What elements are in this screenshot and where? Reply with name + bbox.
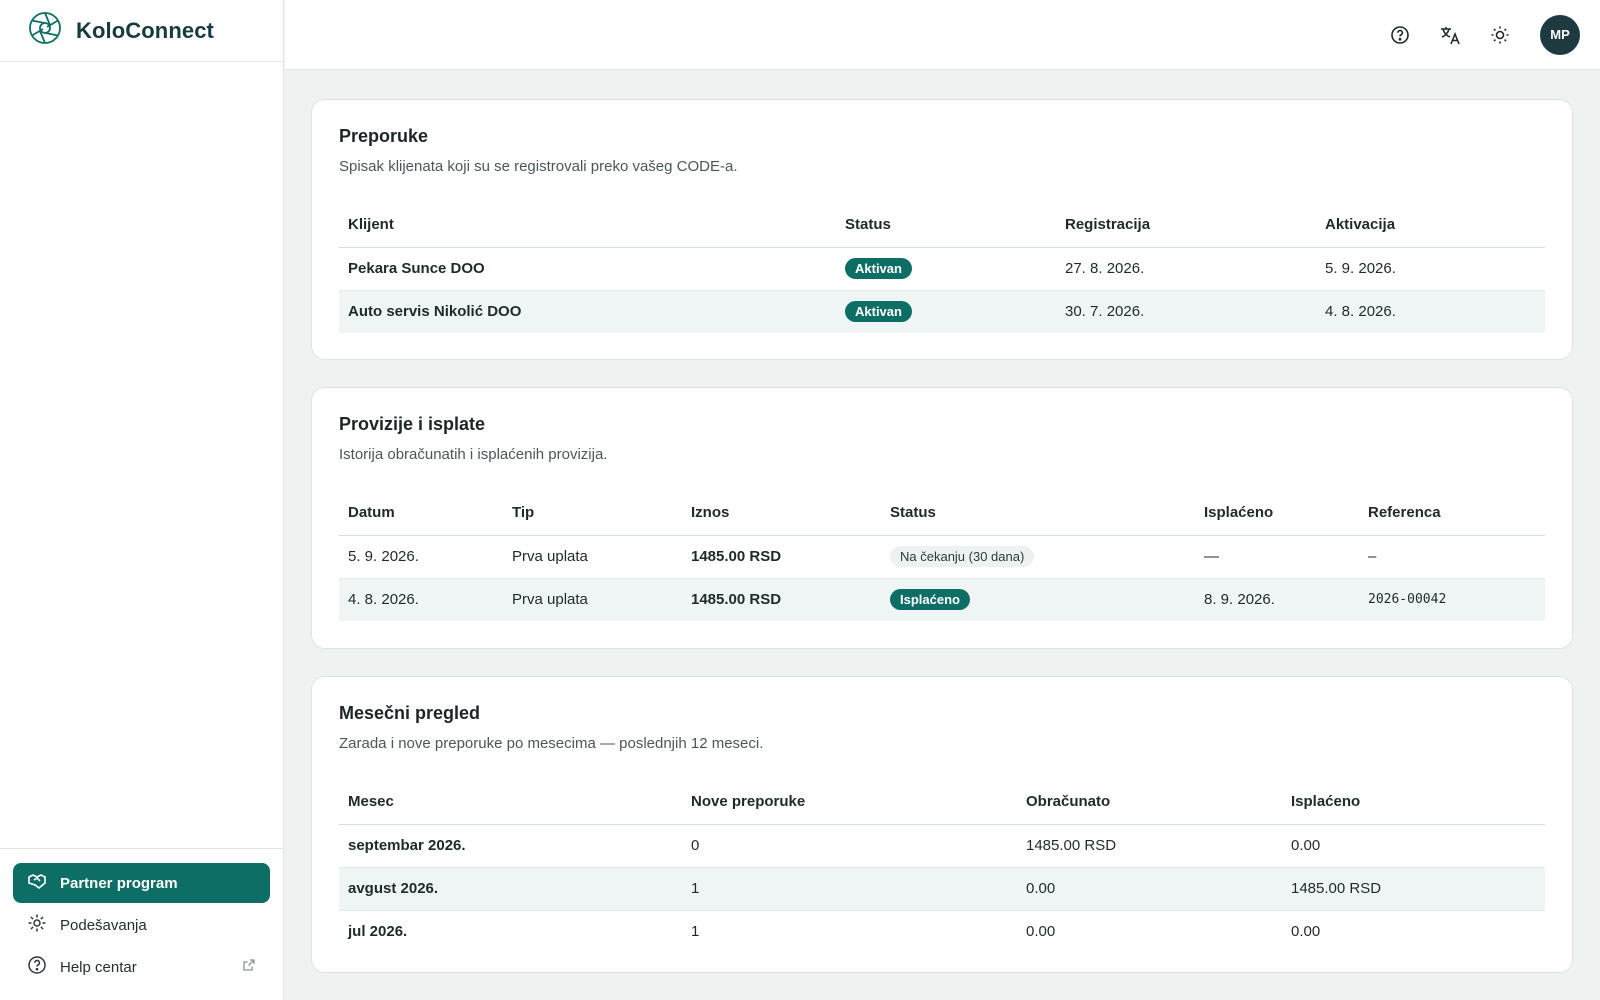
column-header: Aktivacija [1316, 203, 1545, 248]
status-badge: Aktivan [845, 258, 912, 279]
sidebar-item-label: Podešavanja [60, 916, 147, 934]
commission-amount: 1485.00 RSD [682, 535, 881, 579]
registration-date: 30. 7. 2026. [1056, 290, 1316, 333]
help-circle-icon [27, 955, 47, 979]
commissions-subtitle: Istorija obračunatih i isplaćenih proviz… [339, 446, 608, 463]
column-header: Registracija [1056, 203, 1316, 248]
sidebar: KoloConnect Partner program Podešavanja [0, 0, 284, 1000]
table-header-row: Klijent Status Registracija Aktivacija [339, 203, 1545, 248]
translate-icon[interactable] [1436, 21, 1464, 49]
referrals-title: Preporuke [339, 126, 429, 146]
sidebar-item-partner-program[interactable]: Partner program [13, 863, 270, 903]
sidebar-item-settings[interactable]: Podešavanja [13, 905, 270, 945]
commissions-table: Datum Tip Iznos Status Isplaćeno Referen… [339, 491, 1545, 621]
paid: 1485.00 RSD [1282, 867, 1545, 911]
gear-icon [27, 913, 47, 937]
avatar[interactable]: MP [1540, 14, 1580, 55]
commissions-title: Provizije i isplate [339, 414, 486, 434]
commission-date: 5. 9. 2026. [339, 535, 503, 579]
column-header: Datum [339, 491, 503, 536]
status-cell: Aktivan [836, 290, 1056, 333]
table-row: Auto servis Nikolić DOO Aktivan 30. 7. 2… [339, 290, 1545, 333]
status-badge: Isplaćeno [890, 589, 970, 611]
sidebar-item-help-center[interactable]: Help centar [13, 947, 270, 987]
commission-date: 4. 8. 2026. [339, 578, 503, 621]
monthly-table: Mesec Nove preporuke Obračunato Isplaćen… [339, 780, 1545, 953]
accrued: 0.00 [1026, 923, 1056, 941]
status-badge: Aktivan [845, 301, 912, 323]
activation-date: 4. 8. 2026. [1316, 290, 1545, 333]
client-name: Pekara Sunce DOO [339, 247, 836, 291]
column-header: Klijent [339, 203, 836, 248]
commission-type: Prva uplata [503, 578, 682, 621]
brand[interactable]: KoloConnect [0, 0, 283, 62]
paid-date: 8. 9. 2026. [1195, 578, 1359, 621]
status-cell: Isplaćeno [881, 578, 1195, 621]
column-header: Nove preporuke [682, 780, 1017, 825]
table-row: jul 2026. 1 0.00 0.00 [339, 910, 1545, 953]
referrals-card: Preporuke Spisak klijenata koji su se re… [311, 99, 1573, 360]
accrued: 0.00 [1017, 867, 1282, 911]
table-row: septembar 2026. 0 1485.00 RSD 0.00 [339, 824, 1545, 868]
registration-date: 27. 8. 2026. [1056, 247, 1316, 291]
status-badge: Na čekanju (30 dana) [890, 546, 1035, 567]
sun-icon[interactable] [1486, 21, 1514, 49]
column-header: Tip [503, 491, 682, 536]
sidebar-item-label: Partner program [60, 874, 178, 892]
sidebar-item-label: Help centar [60, 958, 137, 976]
column-header: Referenca [1359, 491, 1545, 536]
month: avgust 2026. [339, 867, 682, 911]
table-header-row: Datum Tip Iznos Status Isplaćeno Referen… [339, 491, 1545, 536]
status-cell: Na čekanju (30 dana) [881, 535, 1195, 579]
column-header: Status [881, 491, 1195, 536]
activation-date: 5. 9. 2026. [1316, 247, 1545, 291]
column-header: Obračunato [1017, 780, 1282, 825]
monthly-subtitle: Zarada i nove preporuke po mesecima — po… [339, 735, 764, 752]
referrals-subtitle: Spisak klijenata koji su se registrovali… [339, 158, 738, 175]
external-link-icon [242, 958, 256, 976]
aperture-logo-icon [28, 11, 62, 50]
table-row: 5. 9. 2026. Prva uplata 1485.00 RSD Na č… [339, 535, 1545, 579]
new-referrals: 1 [691, 923, 700, 941]
commissions-card: Provizije i isplate Istorija obračunatih… [311, 387, 1573, 649]
accrued: 1485.00 RSD [1017, 824, 1282, 868]
commission-type: Prva uplata [503, 535, 682, 579]
top-bar: MP [285, 0, 1600, 70]
column-header: Iznos [682, 491, 881, 536]
table-row: avgust 2026. 1 0.00 1485.00 RSD [339, 867, 1545, 911]
reference: 2026-00042 [1359, 578, 1545, 621]
table-header-row: Mesec Nove preporuke Obračunato Isplaćen… [339, 780, 1545, 825]
new-referrals: 1 [682, 867, 1017, 911]
status-cell: Aktivan [836, 247, 1056, 291]
month: septembar 2026. [339, 824, 682, 868]
column-header: Isplaćeno [1282, 780, 1545, 825]
column-header: Mesec [339, 780, 682, 825]
referrals-table: Klijent Status Registracija Aktivacija P… [339, 203, 1545, 333]
help-icon[interactable] [1386, 21, 1414, 49]
paid: 0.00 [1282, 824, 1545, 868]
paid: 0.00 [1291, 923, 1321, 941]
table-row: Pekara Sunce DOO Aktivan 27. 8. 2026. 5.… [339, 247, 1545, 291]
month: jul 2026. [348, 923, 408, 941]
client-name: Auto servis Nikolić DOO [339, 290, 836, 333]
monthly-title: Mesečni pregled [339, 703, 481, 723]
sidebar-nav: Partner program Podešavanja Help centar [0, 848, 283, 1000]
reference: – [1359, 535, 1545, 579]
brand-name: KoloConnect [76, 17, 214, 43]
table-row: 4. 8. 2026. Prva uplata 1485.00 RSD Ispl… [339, 578, 1545, 621]
paid-date: — [1195, 535, 1359, 579]
column-header: Isplaćeno [1195, 491, 1359, 536]
monthly-card: Mesečni pregled Zarada i nove preporuke … [311, 676, 1573, 973]
commission-amount: 1485.00 RSD [682, 578, 881, 621]
column-header: Status [836, 203, 1056, 248]
handshake-icon [27, 871, 47, 895]
new-referrals: 0 [682, 824, 1017, 868]
